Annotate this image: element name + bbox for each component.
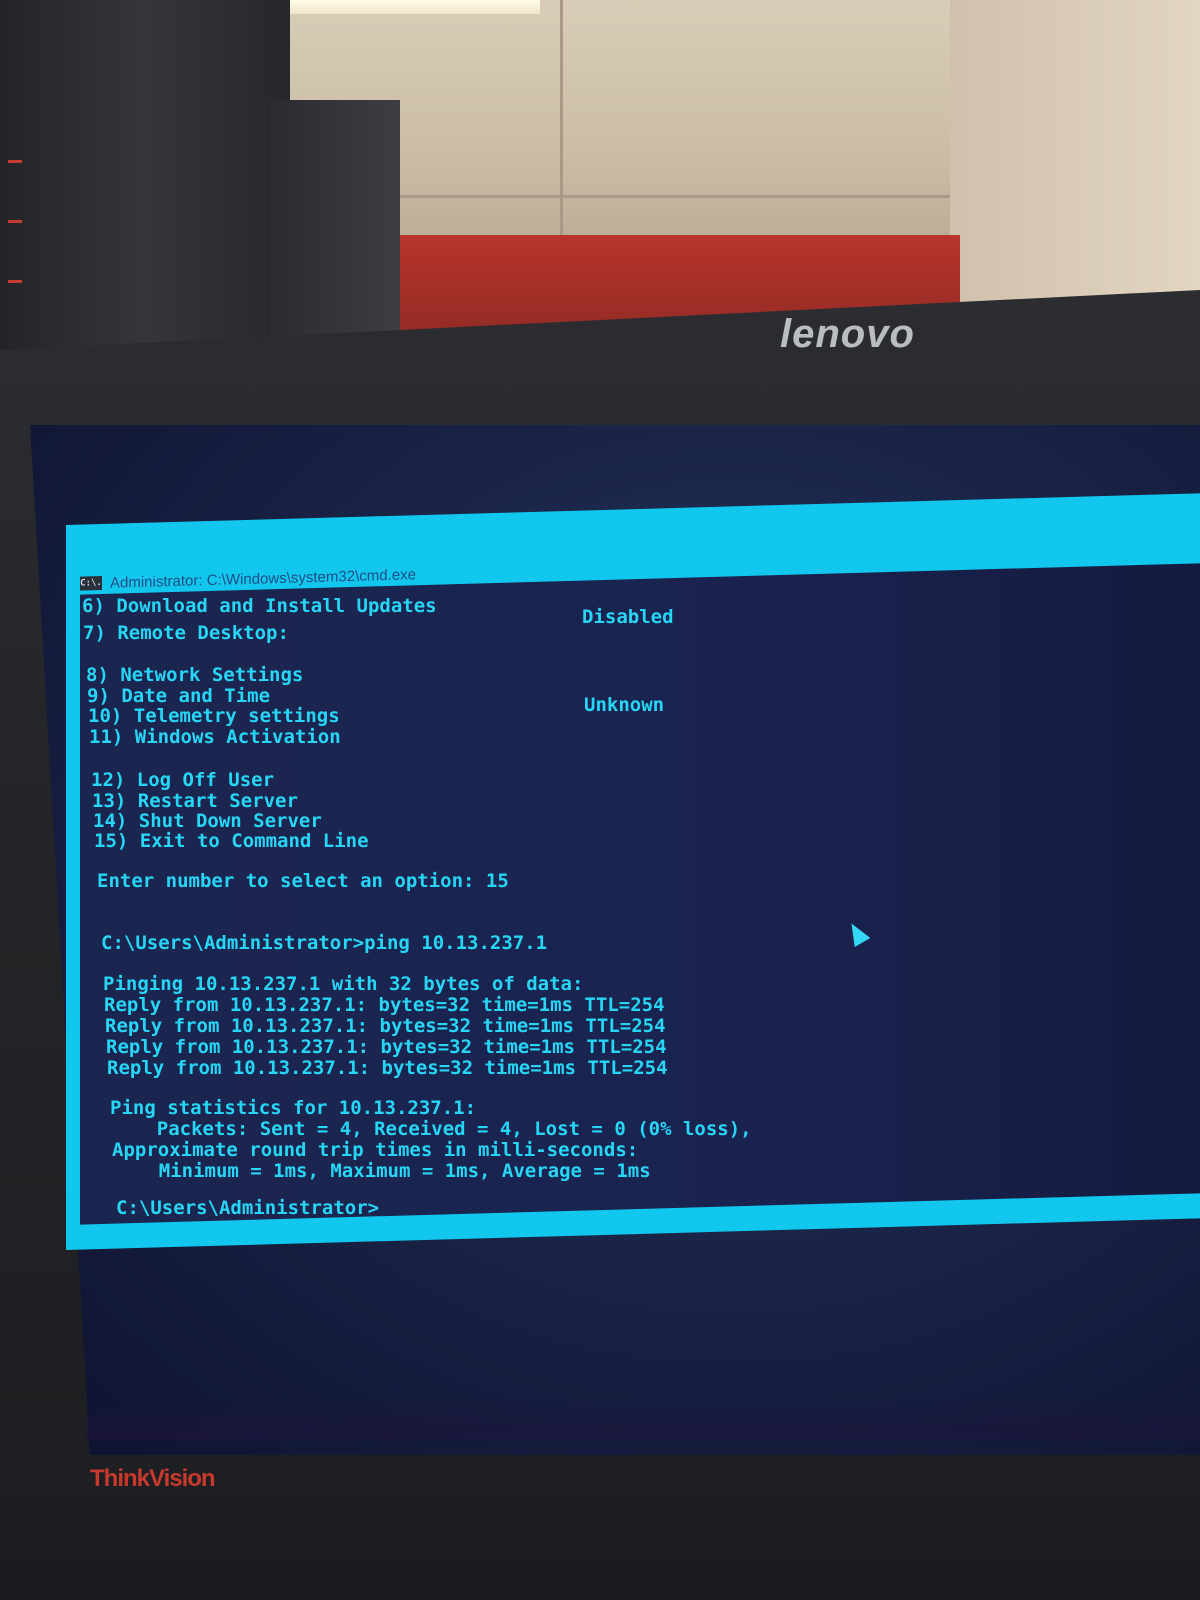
ping-reply: Reply from 10.13.237.1: bytes=32 time=1m… <box>104 994 665 1016</box>
rtt-header: Approximate round trip times in milli-se… <box>112 1139 639 1161</box>
cmd-icon: C:\. <box>80 575 102 591</box>
menu-item-6-status: Disabled <box>582 606 674 628</box>
menu-item-10-status: Unknown <box>584 694 665 716</box>
menu-item-9: 9) Date and Time <box>87 685 271 707</box>
menu-item-13: 13) Restart Server <box>92 790 298 812</box>
thinkvision-logo: ThinkVision <box>90 1465 216 1492</box>
server-rack <box>0 0 290 360</box>
room-wall <box>950 0 1200 320</box>
ping-reply: Reply from 10.13.237.1: bytes=32 time=1m… <box>105 1015 666 1037</box>
menu-item-11: 11) Windows Activation <box>89 726 341 748</box>
menu-item-10: 10) Telemetry settings <box>88 705 340 727</box>
menu-item-12: 12) Log Off User <box>91 769 275 791</box>
ping-header: Pinging 10.13.237.1 with 32 bytes of dat… <box>103 973 584 995</box>
menu-item-14: 14) Shut Down Server <box>93 810 322 832</box>
server-rack <box>270 100 400 350</box>
menu-prompt[interactable]: Enter number to select an option: 15 <box>97 870 509 892</box>
menu-item-6: 6) Download and Install Updates <box>82 595 437 617</box>
rtt-values: Minimum = 1ms, Maximum = 1ms, Average = … <box>113 1160 651 1182</box>
ping-command: C:\Users\Administrator>ping 10.13.237.1 <box>101 932 548 954</box>
rack-led <box>8 160 22 163</box>
ping-packets: Packets: Sent = 4, Received = 4, Lost = … <box>111 1118 752 1140</box>
ceiling-light <box>265 0 540 14</box>
rack-led <box>8 280 22 283</box>
command-prompt[interactable]: C:\Users\Administrator> <box>116 1197 379 1219</box>
ceiling-tile-line <box>560 0 563 235</box>
menu-item-8: 8) Network Settings <box>86 664 304 686</box>
ping-reply: Reply from 10.13.237.1: bytes=32 time=1m… <box>106 1036 667 1058</box>
screen-bottom-glow <box>85 1400 1200 1440</box>
ping-reply: Reply from 10.13.237.1: bytes=32 time=1m… <box>107 1057 668 1079</box>
ping-stats-header: Ping statistics for 10.13.237.1: <box>110 1097 477 1119</box>
rack-led <box>8 220 22 223</box>
ceiling-tile-line <box>400 195 960 198</box>
lenovo-logo: lenovo <box>780 312 915 356</box>
menu-item-15: 15) Exit to Command Line <box>94 830 369 852</box>
menu-item-7: 7) Remote Desktop: <box>83 622 289 644</box>
